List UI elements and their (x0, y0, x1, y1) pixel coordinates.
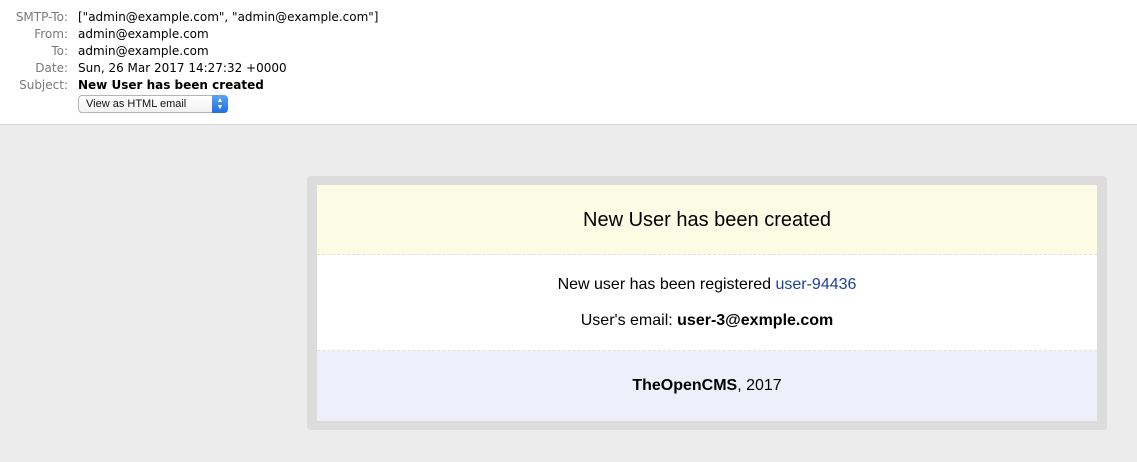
email-body: New user has been registered user-94436 … (317, 255, 1097, 351)
from-value: admin@example.com (78, 27, 209, 41)
up-down-arrows-icon: ▲ ▼ (212, 95, 228, 113)
email-label: User's email: (580, 312, 678, 329)
email-headers: SMTP-To: ["admin@example.com", "admin@ex… (0, 0, 1137, 125)
date-value: Sun, 26 Mar 2017 14:27:32 +0000 (78, 61, 287, 75)
view-mode-select[interactable]: View as HTML email ▲ ▼ (78, 95, 228, 113)
registered-line: New user has been registered user-94436 (317, 275, 1097, 295)
user-email-value: user-3@exmple.com (677, 312, 834, 329)
email-footer: TheOpenCMS, 2017 (317, 351, 1097, 421)
registered-text: New user has been registered (557, 276, 776, 293)
email-content: New User has been created New user has b… (317, 185, 1097, 421)
date-label: Date: (35, 61, 68, 75)
email-title: New User has been created (317, 185, 1097, 255)
smtp-to-label: SMTP-To: (15, 10, 68, 24)
email-line: User's email: user-3@exmple.com (317, 311, 1097, 331)
subject-value: New User has been created (78, 78, 264, 92)
footer-year: , 2017 (737, 377, 782, 394)
from-label: From: (34, 27, 68, 41)
footer-brand: TheOpenCMS (632, 377, 738, 394)
smtp-to-value: ["admin@example.com", "admin@example.com… (78, 10, 379, 24)
subject-label: Subject: (19, 78, 68, 92)
user-link[interactable]: user-94436 (775, 276, 856, 293)
view-mode-selected-label: View as HTML email (86, 98, 187, 110)
to-value: admin@example.com (78, 44, 209, 58)
to-label: To: (51, 44, 68, 58)
email-preview-frame: New User has been created New user has b… (307, 176, 1107, 430)
